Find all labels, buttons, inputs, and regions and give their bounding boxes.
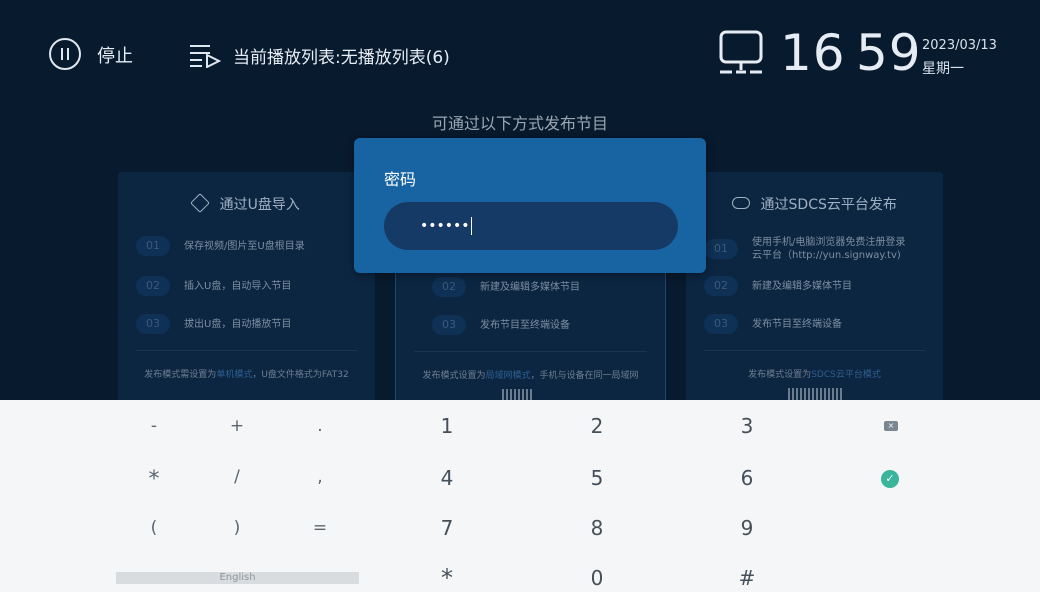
key-comma[interactable]: ,: [290, 467, 350, 487]
publish-title: 可通过以下方式发布节目: [431, 114, 608, 133]
clock-minute: 59: [856, 24, 922, 82]
divider: [136, 350, 357, 351]
text-caret: [470, 217, 472, 235]
key-8[interactable]: 8: [567, 516, 627, 540]
key-1[interactable]: 1: [417, 414, 477, 438]
language-switch-button[interactable]: English: [116, 572, 359, 584]
step-item: 01 使用手机/电脑浏览器免费注册登录 云平台（http://yun.signway…: [704, 236, 905, 262]
step-item: 03 发布节目至终端设备: [704, 314, 842, 334]
key-equals[interactable]: =: [290, 518, 350, 538]
card-footnote: 发布模式设置为局域网模式，手机与设备在同一局域网: [422, 371, 639, 381]
key-period[interactable]: .: [290, 416, 350, 436]
divider: [704, 350, 925, 351]
step-item: 03 发布节目至终端设备: [432, 315, 570, 335]
numeric-keyboard: - + . 1 2 3 × * / , 4 5 6 ✓ ( ) = 7 8 9 …: [0, 400, 1040, 592]
dialog-title: 密码: [384, 170, 417, 189]
stop-label[interactable]: 停止: [97, 42, 133, 68]
key-4[interactable]: 4: [417, 466, 477, 490]
step-item: 02 新建及编辑多媒体节目: [704, 276, 852, 296]
tag-icon: [190, 193, 211, 213]
key-minus[interactable]: -: [124, 416, 184, 436]
key-left-paren[interactable]: (: [124, 518, 184, 538]
password-dialog: 密码 ••••••: [354, 138, 706, 273]
step-item: 02 插入U盘，自动导入节目: [136, 276, 291, 296]
date-label: 2023/03/13: [922, 38, 997, 53]
divider: [414, 351, 647, 352]
pause-icon[interactable]: [49, 38, 81, 70]
playlist-icon[interactable]: [188, 40, 222, 68]
password-value: ••••••: [420, 218, 470, 234]
cloud-icon: [732, 197, 751, 209]
monitor-icon: [719, 30, 763, 74]
clock-hour: 16: [780, 24, 846, 82]
weekday-label: 星期一: [922, 61, 964, 77]
card-cloud-publish[interactable]: 通过SDCS云平台发布 01 使用手机/电脑浏览器免费注册登录 云平台（http:/…: [686, 172, 943, 400]
card-footnote: 发布模式需设置为单机模式，U盘文件格式为FAT32: [144, 370, 349, 380]
key-0[interactable]: 0: [567, 566, 627, 590]
key-5[interactable]: 5: [567, 466, 627, 490]
step-item: 02 新建及编辑多媒体节目: [432, 277, 580, 297]
key-hash[interactable]: #: [717, 566, 777, 590]
key-2[interactable]: 2: [567, 414, 627, 438]
key-star[interactable]: *: [417, 564, 477, 592]
key-plus[interactable]: +: [207, 416, 267, 436]
player-screen: 停止 当前播放列表:无播放列表(6) 16 59 2023/03/13 星期一 …: [0, 0, 1040, 400]
card-usb-import[interactable]: 通过U盘导入 01 保存视频/图片至U盘根目录 02 插入U盘，自动导入节目 03 拔…: [118, 172, 375, 400]
card-title: 通过U盘导入: [118, 193, 375, 214]
key-asterisk[interactable]: *: [124, 467, 184, 492]
backspace-icon[interactable]: ×: [884, 421, 898, 431]
step-item: 01 保存视频/图片至U盘根目录: [136, 236, 305, 256]
qr-code-image: [788, 388, 842, 400]
password-input[interactable]: ••••••: [384, 202, 678, 250]
card-footnote: 发布模式设置为SDCS云平台模式: [748, 370, 881, 380]
key-right-paren[interactable]: ): [207, 518, 267, 538]
qr-code-image: [502, 389, 532, 400]
key-slash[interactable]: /: [207, 467, 267, 487]
card-title: 通过SDCS云平台发布: [686, 194, 943, 214]
playlist-label[interactable]: 当前播放列表:无播放列表(6): [233, 43, 450, 68]
step-item: 03 拔出U盘，自动播放节目: [136, 314, 291, 334]
key-3[interactable]: 3: [717, 414, 777, 438]
key-7[interactable]: 7: [417, 516, 477, 540]
check-circle-icon[interactable]: ✓: [881, 470, 899, 488]
key-9[interactable]: 9: [717, 516, 777, 540]
key-6[interactable]: 6: [717, 466, 777, 490]
